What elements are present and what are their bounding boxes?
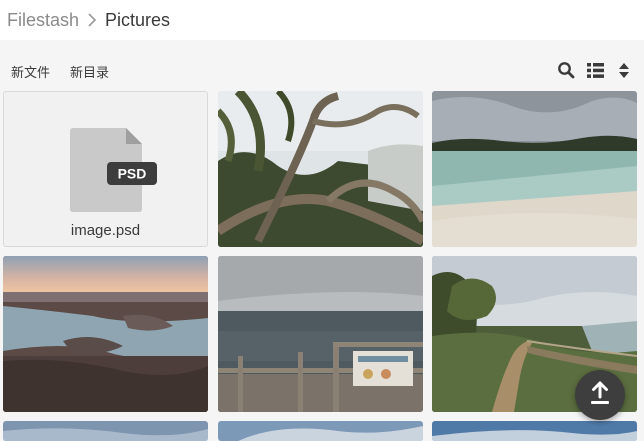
breadcrumb: Filestash Pictures [0, 0, 644, 40]
image-thumbnail-pandanus-tree[interactable] [218, 91, 423, 247]
sort-icon[interactable] [614, 60, 634, 80]
breadcrumb-root[interactable]: Filestash [7, 10, 79, 31]
file-type-badge: PSD [118, 166, 147, 182]
new-file-button[interactable]: 新文件 [11, 62, 50, 81]
list-view-icon[interactable] [585, 60, 605, 80]
breadcrumb-current: Pictures [105, 9, 171, 30]
toolbar: 新文件 新目录 [0, 40, 644, 90]
psd-file-icon: PSD [70, 128, 158, 219]
image-thumbnail-lookout-ocean[interactable] [218, 256, 423, 412]
upload-button[interactable] [575, 370, 625, 420]
image-thumbnail-lake-beach[interactable] [432, 91, 637, 247]
file-name: image.psd [70, 222, 141, 239]
image-thumbnail-sunset-aerial-coast[interactable] [3, 256, 208, 412]
new-directory-button[interactable]: 新目录 [70, 62, 109, 81]
search-icon[interactable] [556, 60, 576, 80]
image-thumbnail-partial[interactable] [218, 421, 423, 441]
upload-icon [589, 381, 611, 410]
image-thumbnail-partial[interactable] [3, 421, 208, 441]
chevron-right-icon [79, 0, 105, 40]
image-thumbnail-partial[interactable] [432, 421, 637, 441]
file-item-image-psd[interactable]: PSD image.psd [3, 91, 208, 247]
